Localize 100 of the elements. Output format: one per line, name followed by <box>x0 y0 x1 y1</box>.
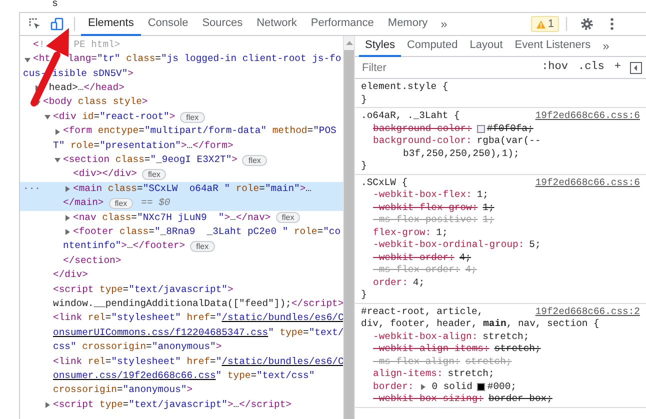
code-text: <link rel="stylesheet" href=" <box>53 354 222 369</box>
panel-tab[interactable]: Performance <box>304 12 381 36</box>
css-value: stretch; <box>448 368 494 380</box>
flex-badge[interactable]: flex <box>108 198 134 209</box>
flex-badge[interactable]: flex <box>276 212 300 224</box>
code-line: </main> <box>63 196 104 210</box>
code-text: " type="text/ <box>268 326 343 340</box>
css-property: -webkit-box-sizing: <box>373 393 484 406</box>
node-row[interactable]: <div id="react-root"> flex <box>20 110 343 124</box>
selected-node-row[interactable]: ··· <main class="SCxLW o64aR " role="main">… </main> flex == $0 <box>20 182 343 211</box>
code-line: crossorigin="anonymous"> <box>53 383 193 398</box>
node-row[interactable]: <script type="text/javascript">…</script> <box>20 398 343 412</box>
panel-tab[interactable]: Network <box>250 12 304 36</box>
code-line: <body class style> <box>43 95 148 110</box>
css-property: -webkit-order: <box>373 252 454 264</box>
code-line: <div></div> <box>73 167 137 182</box>
node-row[interactable]: <script type="text/javascript"> window.__pendingAdditionalData(["feed"]);</script> <box>20 282 343 312</box>
expanded-triangle-icon[interactable] <box>43 113 53 122</box>
node-row[interactable]: <ht lang="tr" class="js logged-in client-root js-fo cus- isible sDN5V"> <box>20 52 343 82</box>
link[interactable]: /static/bundles/es6/C <box>222 311 343 326</box>
css-value: 0 solid <box>432 380 472 393</box>
flex-badge[interactable]: flex <box>190 241 215 252</box>
code-line: <section class="_9eogI E3X2T"> <box>63 153 238 168</box>
source-link[interactable]: 19f2ed668c66.css:6 <box>535 176 640 189</box>
css-value: #000; <box>487 380 516 393</box>
link[interactable]: onsumerUICommons.css/f12204685347.css <box>53 326 268 340</box>
css-property: background-color: <box>373 135 472 148</box>
node-row[interactable]: <form enctype="multipart/form-data" method="POS T" role="presentation">…</form> <box>20 124 343 154</box>
sidebar-tab[interactable]: Styles <box>359 36 401 56</box>
closing-brace: } <box>361 289 367 300</box>
color-swatch[interactable] <box>476 124 485 133</box>
toolbar-button[interactable]: :hov <box>536 59 573 76</box>
flex-badge[interactable]: flex <box>180 112 205 123</box>
flex-badge[interactable]: flex <box>242 154 267 166</box>
color-swatch[interactable] <box>477 382 486 391</box>
css-property: order: <box>373 276 408 289</box>
css-value: #f0f0fa; <box>486 122 534 135</box>
toolbar-button[interactable]: + <box>609 59 626 76</box>
panel-tab[interactable]: Elements <box>81 12 141 36</box>
code-line: ntentinfo">…</footer> <box>63 239 186 254</box>
css-property: -webkit-box-align: <box>373 330 478 343</box>
text-fragment: s <box>52 0 58 10</box>
menu-icon[interactable] <box>610 17 614 31</box>
code-text: cus- <box>23 66 46 81</box>
code-text: head>…</head> <box>48 81 124 96</box>
link[interactable]: /static/bundles/es6/C <box>222 354 343 370</box>
node-row[interactable]: head>…</head> <box>20 81 343 96</box>
source-link[interactable]: 19f2ed668c66.css:2 <box>535 306 640 318</box>
source-link[interactable]: 19f2ed668c66.css:6 <box>535 110 640 122</box>
node-row[interactable]: <link rel="stylesheet" href="/static/bundles/es6/C onsumer.css/19f2ed668c66.css" type="text/css" crossorigin="anonymous"> <box>20 354 343 398</box>
panel-tab[interactable]: Console <box>140 12 196 36</box>
code-text: <ht <box>33 52 50 66</box>
code-text: isible sDN5V"> <box>52 66 134 81</box>
code-text: <link rel="stylesheet" href=" <box>53 311 222 326</box>
toolbar-button[interactable]: .cls <box>572 59 610 76</box>
warning-counter[interactable]: 1 <box>530 16 559 32</box>
more-tabs-button[interactable]: » <box>596 37 616 55</box>
css-selector: element.style { <box>361 81 448 94</box>
code-line: window.__pendingAdditionalData(["feed"]);</script> <box>53 296 343 311</box>
css-property: -webkit-box-flex: <box>373 189 472 202</box>
panel-tab[interactable]: Memory <box>380 12 435 36</box>
css-property: background-color: <box>373 122 472 135</box>
flex-badge[interactable]: flex <box>142 169 166 180</box>
sidebar-tab[interactable]: Event Listeners <box>508 36 597 56</box>
node-row[interactable]: <link rel="stylesheet" href="/static/bundles/es6/C onsumerUICommons.css/f12204685347.css" type="text/ css" crossorigin="anonymous"> <box>20 311 343 355</box>
css-value: rgba(var(-- <box>476 135 541 148</box>
code-text: lang="tr" class="js logged-in client-root js-fo <box>68 52 342 66</box>
css-value: 5; <box>529 239 541 252</box>
code-line: <div id="react-root"> <box>53 110 176 124</box>
sidebar-tab[interactable]: Computed <box>400 36 464 56</box>
code-line: T" role="presentation">…</form> <box>53 138 234 153</box>
node-row[interactable]: <div></div> flex <box>20 168 343 182</box>
expand-triangle-icon[interactable] <box>418 382 427 391</box>
css-property: align-items: <box>373 368 443 380</box>
css-value: b3f,250,250,250),1); <box>403 148 520 158</box>
css-selector: div, footer, header, main, nav, section { <box>361 318 600 330</box>
css-value: 1; <box>482 214 494 226</box>
css-selector: .SCxLW { <box>361 176 408 189</box>
node-row[interactable]: <nav class="NXc7H jLuN9 ">…</nav> flex <box>20 210 343 226</box>
node-row[interactable]: <body class style> <box>20 96 343 110</box>
css-property: -webkit-flex-grow: <box>373 202 478 214</box>
more-tabs-button[interactable]: » <box>434 15 454 33</box>
node-row[interactable]: <! PE html> <box>20 38 343 52</box>
css-value: stretch; <box>465 356 512 368</box>
sidebar-toggle-icon[interactable] <box>630 62 642 74</box>
node-row[interactable]: <footer class="_8Rna9 _3Laht pC2e0 " role="co ntentinfo">…</footer> flex <box>20 225 343 254</box>
expanded-triangle-icon[interactable] <box>53 156 63 164</box>
code-line: <script type="text/javascript">…</script> <box>53 398 292 412</box>
css-value: 1; <box>476 189 488 202</box>
settings-icon[interactable] <box>580 17 594 31</box>
link[interactable]: onsumer.css/19f2ed668c66.css <box>53 368 216 384</box>
console-reference: == $0 <box>141 196 170 210</box>
device-toolbar-icon <box>50 17 64 31</box>
sidebar-tab[interactable]: Layout <box>464 36 509 56</box>
expanded-triangle-icon[interactable] <box>23 56 33 64</box>
panel-tab[interactable]: Sources <box>195 12 250 36</box>
node-row[interactable]: <section class="_9eogI E3X2T"> flex <box>20 153 343 168</box>
scrollbar[interactable] <box>343 36 355 419</box>
row-menu[interactable]: ··· <box>23 182 40 196</box>
device-toolbar-button[interactable] <box>48 15 66 33</box>
